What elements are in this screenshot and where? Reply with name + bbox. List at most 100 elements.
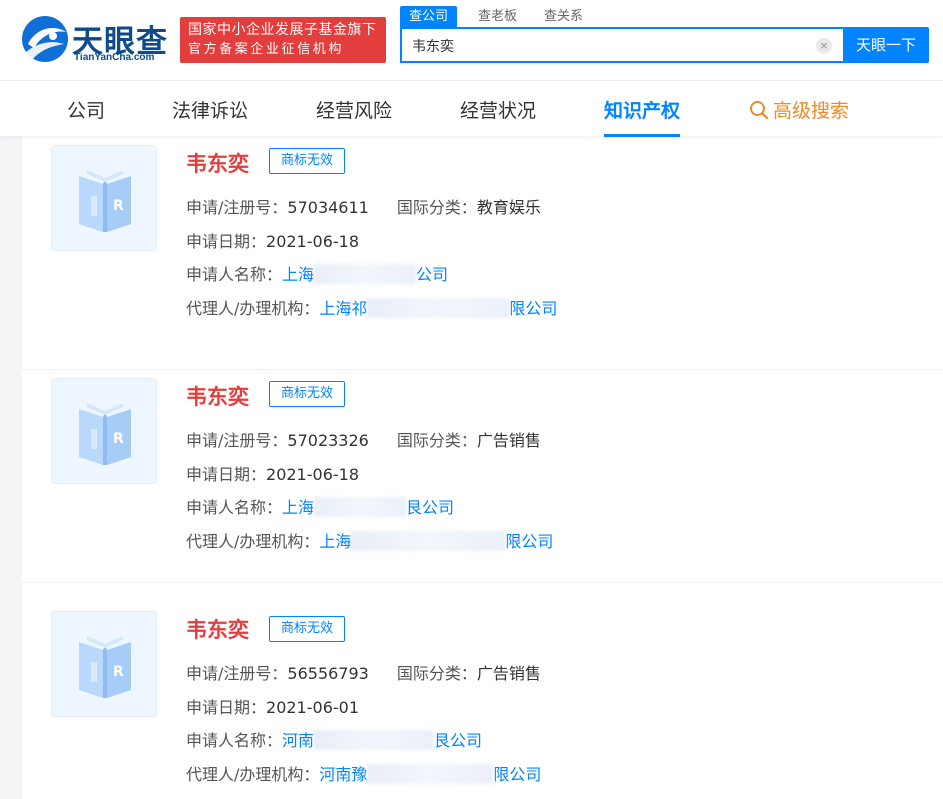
search-icon — [749, 100, 769, 120]
tab-search-boss[interactable]: 查老板 — [478, 6, 517, 28]
applicant-prefix: 河南 — [282, 731, 314, 750]
agent-link[interactable]: 河南豫 限公司 — [319, 765, 541, 784]
agent-row: 代理人/办理机构：上海 限公司 — [186, 528, 553, 552]
trademark-card[interactable]: R 韦东奕 商标无效 申请/注册号：57034611 国际分类：教育娱乐 申请日期… — [22, 136, 943, 370]
category-nav: 公司 法律诉讼 经营风险 经营状况 知识产权 高级搜索 — [0, 80, 943, 136]
status-badge: 商标无效 — [269, 381, 345, 407]
apply-date-value: 2021-06-18 — [266, 232, 359, 251]
reg-no-value: 57023326 — [287, 431, 368, 450]
slogan-line-1: 国家中小企业发展子基金旗下 — [188, 20, 378, 40]
applicant-link[interactable]: 上海 艮公司 — [282, 498, 454, 517]
book-placeholder-icon: R — [75, 166, 135, 234]
search-input[interactable] — [412, 35, 792, 57]
agent-prefix: 上海 — [319, 532, 351, 551]
applicant-label: 申请人名称： — [186, 498, 282, 517]
reg-no-value: 57034611 — [287, 198, 368, 217]
agent-suffix: 限公司 — [509, 299, 557, 318]
logo-domain: TianYanCha.com — [74, 52, 154, 63]
applicant-suffix: 公司 — [416, 265, 448, 284]
book-placeholder-icon: R — [75, 399, 135, 467]
slogan-badge: 国家中小企业发展子基金旗下 官方备案企业征信机构 — [180, 17, 386, 63]
applicant-row: 申请人名称：上海 公司 — [186, 261, 448, 285]
agent-prefix: 河南豫 — [319, 765, 367, 784]
apply-date-value: 2021-06-01 — [266, 698, 359, 717]
trademark-thumbnail[interactable]: R — [51, 378, 157, 484]
apply-date-row: 申请日期：2021-06-18 — [186, 228, 359, 252]
redacted-blur — [351, 531, 505, 551]
intl-class-value: 广告销售 — [477, 431, 541, 450]
applicant-label: 申请人名称： — [186, 731, 282, 750]
status-badge: 商标无效 — [269, 616, 345, 642]
trademark-card[interactable]: R 韦东奕 商标无效 申请/注册号：56556793国际分类：广告销售 申请日期… — [22, 583, 943, 799]
agent-row: 代理人/办理机构：上海祁 限公司 — [186, 295, 557, 319]
nav-company[interactable]: 公司 — [67, 96, 105, 123]
trademark-list: R 韦东奕 商标无效 申请/注册号：57034611国际分类：教育娱乐 申请日期… — [22, 136, 943, 799]
applicant-suffix: 艮公司 — [406, 498, 454, 517]
tab-search-company[interactable]: 查公司 — [400, 6, 457, 28]
nav-legal[interactable]: 法律诉讼 — [172, 96, 248, 123]
reg-no-label: 申请/注册号： — [186, 664, 287, 683]
svg-text:R: R — [113, 431, 124, 447]
applicant-row: 申请人名称：河南 艮公司 — [186, 727, 482, 751]
intl-class-value: 教育娱乐 — [477, 198, 541, 217]
applicant-link[interactable]: 上海 公司 — [282, 265, 448, 284]
agent-prefix: 上海祁 — [319, 299, 367, 318]
trademark-thumbnail[interactable]: R — [51, 611, 157, 717]
advanced-search-link[interactable]: 高级搜索 — [749, 96, 849, 123]
apply-date-label: 申请日期： — [186, 232, 266, 251]
trademark-name[interactable]: 韦东奕 — [186, 148, 249, 178]
applicant-prefix: 上海 — [282, 265, 314, 284]
redacted-blur — [314, 497, 406, 517]
redacted-blur — [314, 730, 434, 750]
slogan-line-2: 官方备案企业征信机构 — [188, 40, 378, 60]
agent-suffix: 限公司 — [505, 532, 553, 551]
agent-label: 代理人/办理机构： — [186, 532, 319, 551]
agent-suffix: 限公司 — [493, 765, 541, 784]
reg-no-row: 申请/注册号：56556793国际分类：广告销售 — [186, 660, 541, 684]
apply-date-row: 申请日期：2021-06-18 — [186, 461, 359, 485]
trademark-card[interactable]: R 韦东奕 商标无效 申请/注册号：57023326 国际分类：广告销售 申请日期… — [22, 349, 943, 583]
search-button[interactable]: 天眼一下 — [843, 27, 929, 63]
top-header: 天眼查 TianYanCha.com 国家中小企业发展子基金旗下 官方备案企业征… — [0, 0, 943, 80]
nav-ip[interactable]: 知识产权 — [604, 96, 680, 123]
search-box: × — [400, 27, 844, 63]
applicant-row: 申请人名称：上海 艮公司 — [186, 494, 454, 518]
reg-no-row: 申请/注册号：57023326 国际分类：广告销售 — [186, 427, 541, 451]
status-badge: 商标无效 — [269, 148, 345, 174]
advanced-search-label: 高级搜索 — [773, 100, 849, 122]
applicant-suffix: 艮公司 — [434, 731, 482, 750]
site-logo[interactable]: 天眼查 TianYanCha.com — [20, 14, 170, 64]
trademark-thumbnail[interactable]: R — [51, 145, 157, 251]
agent-label: 代理人/办理机构： — [186, 765, 319, 784]
intl-class-value: 广告销售 — [477, 664, 541, 683]
agent-link[interactable]: 上海祁 限公司 — [319, 299, 557, 318]
reg-no-label: 申请/注册号： — [186, 198, 287, 217]
apply-date-label: 申请日期： — [186, 698, 266, 717]
svg-text:R: R — [113, 198, 124, 214]
applicant-label: 申请人名称： — [186, 265, 282, 284]
clear-search-icon[interactable]: × — [816, 38, 832, 54]
apply-date-row: 申请日期：2021-06-01 — [186, 694, 359, 718]
tab-search-relation[interactable]: 查关系 — [544, 6, 583, 28]
trademark-name[interactable]: 韦东奕 — [186, 381, 249, 411]
trademark-name[interactable]: 韦东奕 — [186, 614, 249, 644]
reg-no-label: 申请/注册号： — [186, 431, 287, 450]
apply-date-value: 2021-06-18 — [266, 465, 359, 484]
svg-text:R: R — [113, 664, 124, 680]
reg-no-value: 56556793 — [287, 664, 368, 683]
reg-no-row: 申请/注册号：57034611 国际分类：教育娱乐 — [186, 194, 541, 218]
redacted-blur — [367, 764, 493, 784]
applicant-prefix: 上海 — [282, 498, 314, 517]
agent-link[interactable]: 上海 限公司 — [319, 532, 553, 551]
redacted-blur — [314, 264, 416, 284]
agent-label: 代理人/办理机构： — [186, 299, 319, 318]
nav-operation[interactable]: 经营状况 — [460, 96, 536, 123]
eye-logo-icon — [20, 14, 70, 64]
apply-date-label: 申请日期： — [186, 465, 266, 484]
nav-risk[interactable]: 经营风险 — [316, 96, 392, 123]
agent-row: 代理人/办理机构：河南豫 限公司 — [186, 761, 541, 785]
redacted-blur — [367, 298, 509, 318]
intl-class-label: 国际分类： — [397, 198, 477, 217]
intl-class-label: 国际分类： — [397, 431, 477, 450]
applicant-link[interactable]: 河南 艮公司 — [282, 731, 482, 750]
